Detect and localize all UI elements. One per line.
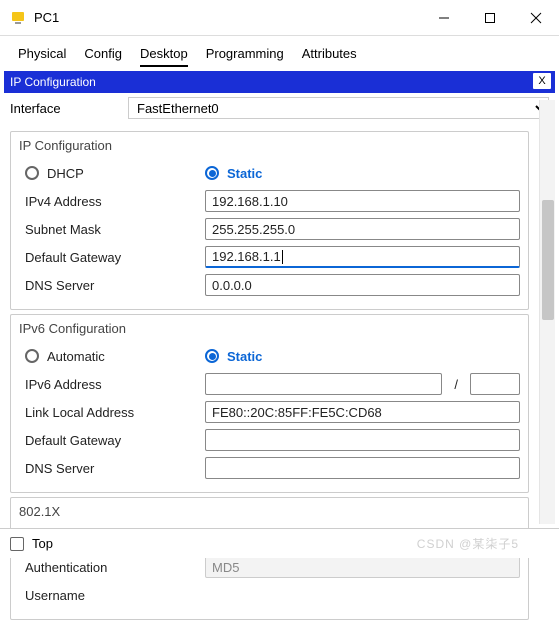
vertical-scrollbar[interactable] xyxy=(539,100,555,524)
interface-row: Interface FastEthernet0 xyxy=(0,93,559,123)
ip-configuration-group: IP Configuration DHCP Static IPv4 Addres… xyxy=(10,131,529,310)
link-local-input[interactable]: FE80::20C:85FF:FE5C:CD68 xyxy=(205,401,520,423)
interface-label: Interface xyxy=(10,101,120,116)
default-gateway-label: Default Gateway xyxy=(19,250,199,265)
minimize-button[interactable] xyxy=(421,0,467,35)
subnet-mask-label: Subnet Mask xyxy=(19,222,199,237)
default-gateway-input[interactable]: 192.168.1.1 xyxy=(205,246,520,268)
close-button[interactable] xyxy=(513,0,559,35)
ipv6-automatic-radio[interactable] xyxy=(25,349,39,363)
app-icon xyxy=(10,10,26,26)
interface-select[interactable]: FastEthernet0 xyxy=(128,97,549,119)
scrollbar-thumb[interactable] xyxy=(542,200,554,320)
ipv6-gateway-input[interactable] xyxy=(205,429,520,451)
window-controls xyxy=(421,0,559,35)
ipv6-prefix-separator: / xyxy=(448,377,464,392)
bottom-bar: Top xyxy=(0,528,559,558)
static-radio-label: Static xyxy=(227,166,262,181)
ipv6-gateway-label: Default Gateway xyxy=(19,433,199,448)
ipv4-address-input[interactable]: 192.168.1.10 xyxy=(205,190,520,212)
static-radio[interactable] xyxy=(205,166,219,180)
tab-programming[interactable]: Programming xyxy=(206,46,284,67)
ipv6-address-input[interactable] xyxy=(205,373,442,395)
dot1x-group: 802.1X Use 802.1X Security Authenticatio… xyxy=(10,497,529,620)
titlebar: PC1 xyxy=(0,0,559,36)
top-label: Top xyxy=(32,536,53,551)
ipv6-automatic-label: Automatic xyxy=(47,349,105,364)
ipconfig-header: IP Configuration X xyxy=(4,71,555,93)
ipconfig-title: IP Configuration xyxy=(19,138,520,153)
tab-attributes[interactable]: Attributes xyxy=(302,46,357,67)
top-checkbox[interactable] xyxy=(10,537,24,551)
ipv6-prefix-input[interactable] xyxy=(470,373,520,395)
ipconfig-close-button[interactable]: X xyxy=(533,73,551,89)
ipconfig-header-text: IP Configuration xyxy=(10,75,96,89)
dhcp-radio-label: DHCP xyxy=(47,166,84,181)
ipv6-title: IPv6 Configuration xyxy=(19,321,520,336)
tab-desktop[interactable]: Desktop xyxy=(140,46,188,67)
authentication-label: Authentication xyxy=(19,560,199,575)
dot1x-title: 802.1X xyxy=(19,504,520,519)
ipv6-address-label: IPv6 Address xyxy=(19,377,199,392)
tab-physical[interactable]: Physical xyxy=(18,46,66,67)
username-label: Username xyxy=(19,588,199,603)
ipv4-address-label: IPv4 Address xyxy=(19,194,199,209)
authentication-select[interactable]: MD5 xyxy=(205,556,520,578)
subnet-mask-input[interactable]: 255.255.255.0 xyxy=(205,218,520,240)
tab-config[interactable]: Config xyxy=(84,46,122,67)
dns-server-label: DNS Server xyxy=(19,278,199,293)
ipv6-dns-input[interactable] xyxy=(205,457,520,479)
tab-bar: Physical Config Desktop Programming Attr… xyxy=(0,36,559,71)
ipv6-dns-label: DNS Server xyxy=(19,461,199,476)
window-title: PC1 xyxy=(34,10,421,25)
dns-server-input[interactable]: 0.0.0.0 xyxy=(205,274,520,296)
dhcp-radio[interactable] xyxy=(25,166,39,180)
ipv6-static-radio[interactable] xyxy=(205,349,219,363)
ipv6-static-label: Static xyxy=(227,349,262,364)
link-local-label: Link Local Address xyxy=(19,405,199,420)
maximize-button[interactable] xyxy=(467,0,513,35)
ipv6-configuration-group: IPv6 Configuration Automatic Static IPv6… xyxy=(10,314,529,493)
